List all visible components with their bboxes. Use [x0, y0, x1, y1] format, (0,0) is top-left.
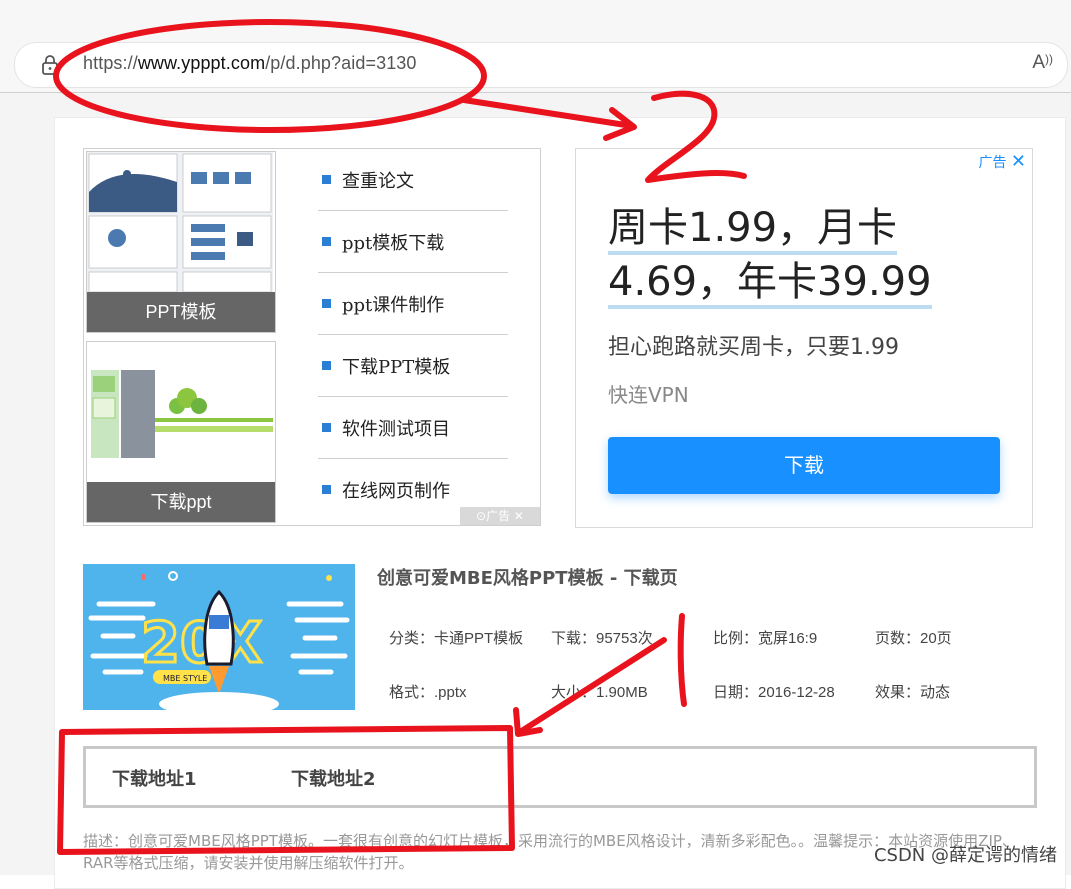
ad-choices-icon: ⊙	[476, 509, 487, 523]
meta-downloads: 下载：95753次	[551, 630, 653, 647]
content-area: PPT模板 下载ppt 查重论文 ppt模板下载 ppt课件制作 下载PPT模板…	[54, 117, 1066, 889]
ad-link-label: 查重论文	[342, 171, 414, 192]
bullet-square-icon	[322, 237, 331, 246]
meta-date: 日期：2016-12-28	[713, 684, 835, 701]
ad-link[interactable]: ppt课件制作	[318, 273, 508, 335]
ad-link-label: ppt课件制作	[342, 295, 445, 316]
ad-brand: 快连VPN	[608, 383, 689, 407]
close-icon[interactable]: ✕	[1011, 151, 1026, 172]
thumbnail-caption[interactable]: PPT模板	[87, 292, 275, 332]
thumbnail-caption[interactable]: 下载ppt	[87, 482, 275, 522]
download-ppt-thumbnail[interactable]: 下载ppt	[86, 341, 276, 523]
bullet-square-icon	[322, 361, 331, 370]
download-links-box: 下载地址1 下载地址2	[83, 746, 1037, 808]
ad-link[interactable]: 查重论文	[318, 149, 508, 211]
bullet-square-icon	[322, 423, 331, 432]
meta-category: 分类：卡通PPT模板	[389, 630, 524, 647]
ad-link[interactable]: 下载PPT模板	[318, 335, 508, 397]
ad-tag[interactable]: ⊙广告 ✕	[460, 507, 540, 525]
product-title: 创意可爱MBE风格PPT模板 - 下载页	[377, 568, 678, 589]
ad-download-button[interactable]: 下载	[608, 437, 1000, 494]
ad-label: 广告	[978, 155, 1007, 171]
meta-format: 格式：.pptx	[389, 684, 467, 701]
ad-headline-line1: 周卡1.99，月卡	[608, 205, 898, 255]
ad-link-list: 查重论文 ppt模板下载 ppt课件制作 下载PPT模板 软件测试项目 在线网页…	[318, 149, 508, 520]
download-link-1[interactable]: 下载地址1	[112, 765, 197, 791]
meta-effect: 效果：动态	[875, 684, 951, 701]
address-bar[interactable]: https://www.ypppt.com/p/d.php?aid=3130 A…	[14, 42, 1068, 88]
ad-label: 广告	[486, 509, 511, 523]
ad-link-label: ppt模板下载	[342, 233, 445, 254]
left-ad-block[interactable]: PPT模板 下载ppt 查重论文 ppt模板下载 ppt课件制作 下载PPT模板…	[83, 148, 541, 526]
url-text[interactable]: https://www.ypppt.com/p/d.php?aid=3130	[83, 53, 417, 74]
browser-toolbar: https://www.ypppt.com/p/d.php?aid=3130 A…	[0, 0, 1071, 93]
close-icon[interactable]: ✕	[514, 509, 524, 523]
download-link-2[interactable]: 下载地址2	[291, 765, 376, 791]
ad-tag[interactable]: 广告 ✕	[978, 151, 1026, 172]
ppt-preview-image	[87, 152, 273, 293]
ad-subtext: 担心跑路就买周卡，只要1.99	[608, 335, 899, 360]
csdn-watermark: CSDN @薛定谔的情绪	[873, 845, 1057, 866]
right-ad-block[interactable]: 广告 ✕ 周卡1.99，月卡 4.69，年卡39.99 担心跑路就买周卡，只要1…	[575, 148, 1033, 528]
bullet-square-icon	[322, 485, 331, 494]
bullet-square-icon	[322, 175, 331, 184]
ad-link-label: 软件测试项目	[342, 419, 450, 440]
bullet-square-icon	[322, 299, 331, 308]
ppt-preview-image	[87, 342, 273, 482]
url-prefix: https://	[83, 53, 138, 73]
ad-headline-line2: 4.69，年卡39.99	[608, 259, 932, 309]
cover-badge-text: MBE STYLE	[163, 674, 207, 683]
web-page: PPT模板 下载ppt 查重论文 ppt模板下载 ppt课件制作 下载PPT模板…	[0, 93, 1071, 889]
url-path: /p/d.php?aid=3130	[265, 53, 417, 73]
ad-link[interactable]: 软件测试项目	[318, 397, 508, 459]
ad-link-label: 在线网页制作	[342, 481, 450, 502]
read-aloud-icon[interactable]: A))	[1032, 52, 1053, 74]
ad-link[interactable]: ppt模板下载	[318, 211, 508, 273]
lock-icon[interactable]	[41, 55, 59, 75]
ad-link-label: 下载PPT模板	[342, 357, 451, 378]
meta-size: 大小：1.90MB	[551, 684, 648, 701]
meta-pages: 页数：20页	[875, 630, 952, 647]
meta-ratio: 比例：宽屏16:9	[713, 630, 818, 647]
ppt-template-thumbnail[interactable]: PPT模板	[86, 151, 276, 333]
ad-headline[interactable]: 周卡1.99，月卡 4.69，年卡39.99	[608, 201, 1008, 309]
url-domain: www.ypppt.com	[137, 53, 266, 73]
product-cover-image[interactable]: 20X MBE STYLE	[83, 564, 355, 718]
cover-title-text: 20X	[141, 611, 262, 676]
